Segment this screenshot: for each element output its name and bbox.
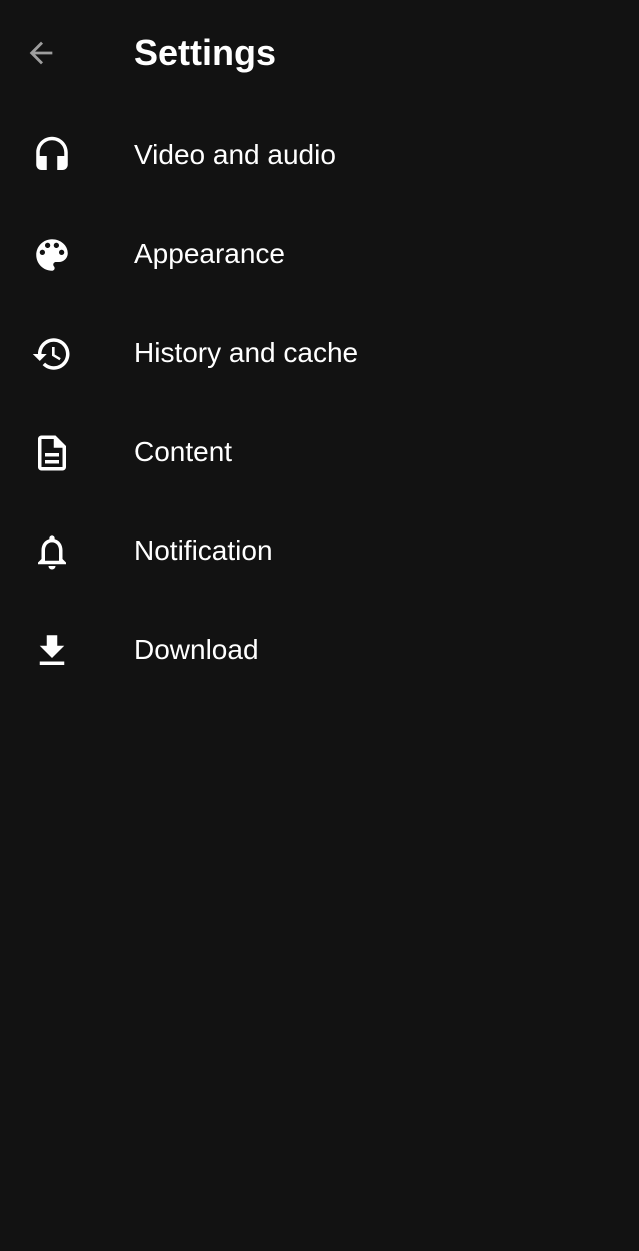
app-bar: Settings bbox=[0, 0, 639, 106]
settings-item-download[interactable]: Download bbox=[0, 601, 639, 700]
settings-item-history-and-cache[interactable]: History and cache bbox=[0, 304, 639, 403]
settings-item-notification[interactable]: Notification bbox=[0, 502, 639, 601]
settings-item-label: Download bbox=[134, 634, 259, 665]
settings-item-label: Notification bbox=[134, 535, 273, 566]
settings-item-label: Video and audio bbox=[134, 139, 336, 170]
settings-list: Video and audio Appearance History and c… bbox=[0, 106, 639, 700]
settings-item-content[interactable]: Content bbox=[0, 403, 639, 502]
bell-icon bbox=[30, 530, 74, 574]
history-icon bbox=[30, 332, 74, 376]
settings-item-appearance[interactable]: Appearance bbox=[0, 205, 639, 304]
settings-item-label: Appearance bbox=[134, 238, 286, 269]
arrow-back-icon bbox=[29, 41, 53, 65]
settings-item-label: History and cache bbox=[134, 337, 359, 368]
back-button[interactable] bbox=[24, 30, 80, 76]
download-icon bbox=[30, 629, 74, 673]
headphones-icon bbox=[30, 134, 74, 178]
palette-icon bbox=[30, 233, 74, 277]
page-title: Settings bbox=[134, 32, 277, 73]
settings-item-label: Content bbox=[134, 436, 233, 467]
document-icon bbox=[30, 431, 74, 475]
settings-item-video-and-audio[interactable]: Video and audio bbox=[0, 106, 639, 205]
